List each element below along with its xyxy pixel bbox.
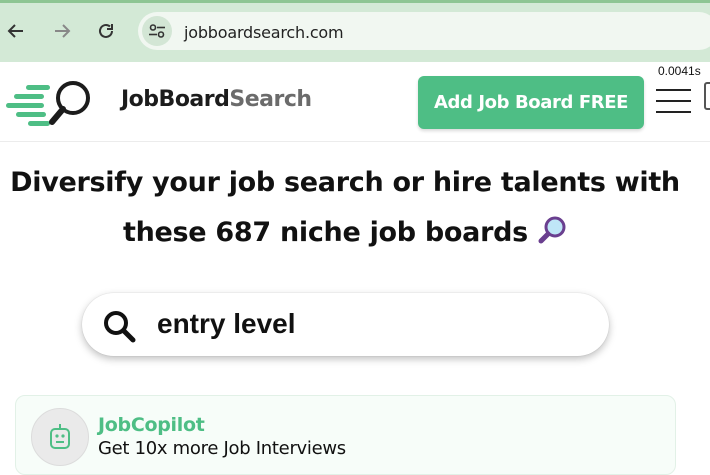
side-tab[interactable] <box>704 82 710 110</box>
headline-line-2: these 687 niche job boards <box>0 208 690 258</box>
search-box[interactable]: entry level <box>82 293 609 356</box>
site-logo[interactable] <box>4 78 96 133</box>
logo-magnifier-icon <box>6 81 90 126</box>
url-text[interactable]: jobboardsearch.com <box>184 23 344 42</box>
card-subtitle: Get 10x more Job Interviews <box>98 438 346 459</box>
site-settings-icon <box>149 24 165 38</box>
browser-toolbar: jobboardsearch.com <box>0 0 710 62</box>
headline-line-2-text: these 687 niche job boards <box>122 217 528 248</box>
address-bar[interactable]: jobboardsearch.com <box>138 12 710 50</box>
site-settings-button[interactable] <box>142 16 172 46</box>
avatar <box>31 408 89 466</box>
timing-readout: 0.0041s <box>658 64 701 78</box>
brand-part-1: JobBoard <box>121 87 230 112</box>
robot-icon <box>50 424 70 449</box>
search-icon <box>104 311 136 343</box>
headline-line-1: Diversify your job search or hire talent… <box>10 167 680 198</box>
add-job-board-button[interactable]: Add Job Board FREE <box>418 76 644 129</box>
magnifying-glass-emoji-icon <box>538 216 566 244</box>
reload-button[interactable] <box>92 17 120 45</box>
brand-name[interactable]: JobBoardSearch <box>121 87 312 112</box>
menu-icon[interactable] <box>656 89 691 113</box>
card-title[interactable]: JobCopilot <box>98 414 205 436</box>
back-arrow-icon <box>7 24 23 38</box>
reload-icon <box>99 23 113 38</box>
page-headline: Diversify your job search or hire talent… <box>0 158 690 258</box>
back-button[interactable] <box>2 17 30 45</box>
brand-part-2: Search <box>229 87 312 112</box>
forward-arrow-icon <box>55 24 71 38</box>
site-header: JobBoardSearch Add Job Board FREE 0.0041… <box>0 62 710 142</box>
job-board-card[interactable]: JobCopilot Get 10x more Job Interviews <box>15 395 676 475</box>
search-input[interactable]: entry level <box>157 308 296 340</box>
forward-button[interactable] <box>48 17 76 45</box>
